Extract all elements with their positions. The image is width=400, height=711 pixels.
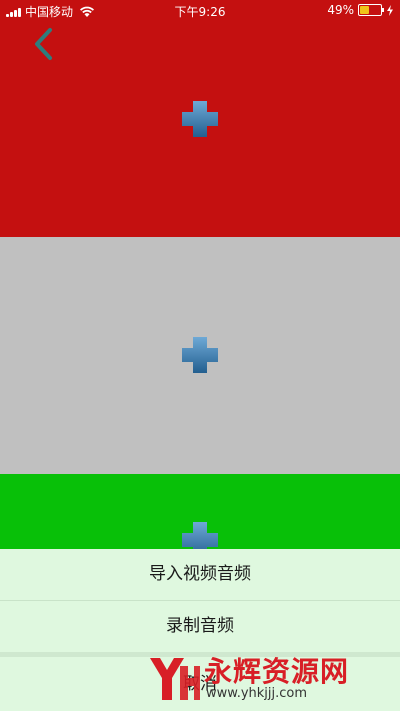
plus-icon[interactable] [180, 99, 220, 139]
cancel-button[interactable]: 取消 [0, 659, 400, 709]
battery-percent: 49% [327, 3, 354, 17]
record-audio-button[interactable]: 录制音频 [0, 601, 400, 652]
screen: 中国移动 下午9:26 49% 导入视频音频 录制音频 取消 永辉资源网 www… [0, 0, 400, 711]
panel-gray [0, 237, 400, 474]
chevron-left-icon[interactable] [30, 26, 58, 66]
plus-icon[interactable] [180, 335, 220, 375]
status-bar: 中国移动 下午9:26 49% [0, 0, 400, 22]
divider [0, 652, 400, 657]
action-sheet: 导入视频音频 录制音频 取消 [0, 549, 400, 711]
bolt-icon [387, 4, 393, 16]
battery-icon [358, 4, 384, 16]
panel-red [0, 0, 400, 237]
import-video-audio-button[interactable]: 导入视频音频 [0, 549, 400, 600]
